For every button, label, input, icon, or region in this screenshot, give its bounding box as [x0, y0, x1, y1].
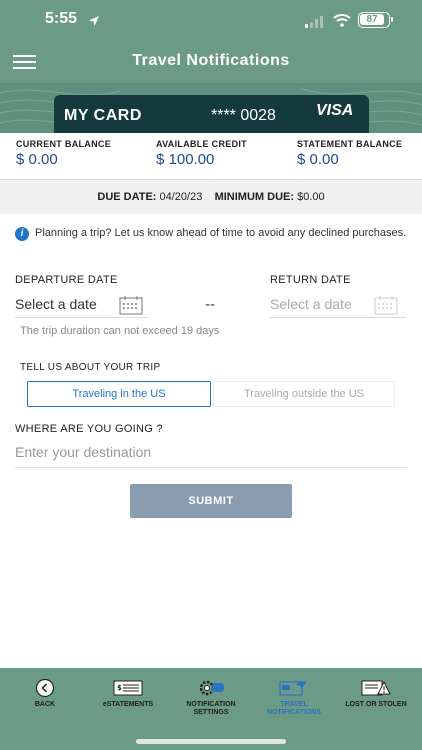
destination-label: WHERE ARE YOU GOING ?: [15, 423, 163, 435]
wifi-icon: [333, 12, 351, 31]
nav-lost-or-stolen[interactable]: LOST OR STOLEN: [340, 678, 412, 709]
trip-duration-hint: The trip duration can not exceed 19 days: [20, 325, 220, 337]
return-date-field[interactable]: Select a date: [270, 292, 406, 318]
due-date-value: 04/20/23: [159, 191, 203, 203]
app-header: 5:55 87 Travel Notifications: [0, 0, 422, 83]
travel-notification-icon: [279, 681, 307, 696]
departure-date-value: Select a date: [15, 296, 97, 312]
card-number: **** 0028: [211, 107, 276, 124]
back-icon: [35, 678, 55, 698]
card-banner: MY CARD **** 0028 VISA: [0, 83, 422, 133]
minimum-due-value: $0.00: [297, 191, 325, 203]
bottom-nav: BACK $ eSTATEMENTS NOTIFICATION SETTINGS…: [0, 668, 422, 750]
minimum-due-label: MINIMUM DUE:: [214, 191, 295, 203]
cellular-signal-icon: [305, 13, 325, 32]
nav-estatements[interactable]: $ eSTATEMENTS: [96, 678, 160, 709]
available-credit-label: AVAILABLE CREDIT: [156, 139, 247, 149]
departure-date-label: DEPARTURE DATE: [15, 274, 118, 286]
calendar-icon[interactable]: [374, 295, 398, 319]
info-text: Planning a trip? Let us know ahead of ti…: [35, 227, 407, 239]
statement-balance-value: $ 0.00: [297, 151, 339, 168]
status-bar: 5:55 87: [0, 0, 422, 40]
home-indicator[interactable]: [136, 739, 286, 744]
status-time: 5:55: [45, 10, 78, 27]
info-icon: i: [15, 227, 29, 241]
nav-lost-or-stolen-label: LOST OR STOLEN: [345, 701, 407, 708]
nav-travel-notifications[interactable]: TRAVEL NOTIFICATIONS: [261, 678, 327, 717]
statement-icon: $: [113, 680, 143, 696]
available-credit-value: $ 100.00: [156, 151, 215, 168]
lost-card-icon: [361, 680, 391, 696]
due-bar: DUE DATE: 04/20/23 MINIMUM DUE: $0.00: [0, 180, 422, 214]
nav-notification-settings-label: NOTIFICATION SETTINGS: [186, 701, 236, 716]
card-name: MY CARD: [64, 107, 142, 124]
due-date-label: DUE DATE:: [97, 191, 157, 203]
calendar-icon[interactable]: [119, 295, 143, 319]
nav-notification-settings[interactable]: NOTIFICATION SETTINGS: [176, 678, 246, 717]
nav-back-label: BACK: [34, 701, 56, 708]
trip-type-label: TELL US ABOUT YOUR TRIP: [20, 362, 161, 373]
battery-level: 87: [360, 14, 384, 25]
nav-back[interactable]: BACK: [20, 678, 70, 709]
submit-button[interactable]: SUBMIT: [130, 484, 292, 518]
location-arrow-icon: [88, 12, 100, 31]
current-balance-value: $ 0.00: [16, 151, 58, 168]
traveling-outside-us-toggle[interactable]: Traveling outside the US: [213, 381, 395, 407]
credit-card: MY CARD **** 0028 VISA: [54, 95, 369, 133]
page-title: Travel Notifications: [132, 52, 290, 69]
available-credit: AVAILABLE CREDIT $ 100.00: [156, 139, 247, 168]
info-message: i Planning a trip? Let us know ahead of …: [15, 227, 410, 241]
svg-text:$: $: [117, 684, 122, 692]
nav-travel-notifications-label: TRAVEL NOTIFICATIONS: [267, 701, 321, 716]
balance-summary: CURRENT BALANCE $ 0.00 AVAILABLE CREDIT …: [0, 133, 422, 180]
destination-input[interactable]: Enter your destination: [15, 442, 407, 468]
visa-logo: VISA: [316, 102, 354, 119]
nav-estatements-label: eSTATEMENTS: [102, 701, 154, 708]
current-balance-label: CURRENT BALANCE: [16, 139, 111, 149]
return-date-label: RETURN DATE: [270, 274, 351, 286]
notification-settings-icon: [199, 680, 224, 696]
statement-balance-label: STATEMENT BALANCE: [297, 139, 403, 149]
battery-icon: 87: [358, 12, 393, 28]
traveling-in-us-toggle[interactable]: Traveling in the US: [27, 381, 211, 407]
current-balance: CURRENT BALANCE $ 0.00: [16, 139, 111, 168]
return-date-value: Select a date: [270, 296, 352, 312]
date-separator: --: [205, 297, 216, 313]
statement-balance: STATEMENT BALANCE $ 0.00: [297, 139, 402, 168]
departure-date-field[interactable]: Select a date: [15, 292, 148, 318]
